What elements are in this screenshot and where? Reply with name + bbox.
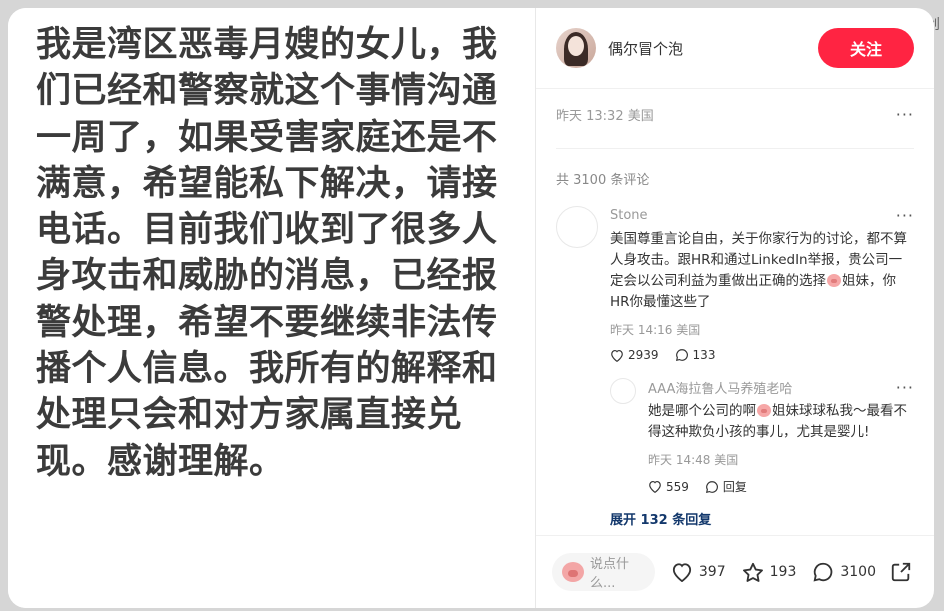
heart-icon bbox=[672, 563, 691, 582]
commenter-avatar[interactable] bbox=[556, 206, 598, 248]
comment-text: 美国尊重言论自由，关于你家行为的讨论，都不算人身攻击。跟HR和通过LinkedI… bbox=[610, 231, 907, 310]
comment-reply-button[interactable]: 133 bbox=[675, 348, 715, 362]
reply-reply-button[interactable]: 回复 bbox=[705, 478, 747, 495]
comment-item: Stone ··· 美国尊重言论自由，关于你家行为的讨论，都不算人身攻击。跟HR… bbox=[536, 206, 934, 528]
reply-author[interactable]: AAA海拉鲁人马养殖老哈 bbox=[648, 378, 792, 397]
note-text-image: 我是湾区恶毒月嫂的女儿，我们已经和警察就这个事情沟通一周了，如果受害家庭还是不满… bbox=[36, 25, 498, 482]
author-header: 偶尔冒个泡 关注 bbox=[536, 8, 934, 89]
like-button[interactable]: 397 bbox=[671, 562, 726, 582]
comment-author[interactable]: Stone bbox=[610, 208, 648, 223]
star-icon bbox=[742, 562, 763, 582]
note-detail-modal: 我是湾区恶毒月嫂的女儿，我们已经和警察就这个事情沟通一周了，如果受害家庭还是不满… bbox=[8, 8, 934, 608]
comment-count: 共 3100 条评论 bbox=[556, 148, 914, 188]
author-avatar[interactable] bbox=[556, 28, 596, 68]
replier-avatar[interactable] bbox=[610, 378, 636, 404]
heart-icon bbox=[611, 349, 623, 362]
author-name[interactable]: 偶尔冒个泡 bbox=[608, 38, 683, 59]
expand-replies-link[interactable]: 展开 132 条回复 bbox=[610, 509, 914, 528]
engagement-bar: 说点什么... 397 193 3100 bbox=[536, 535, 934, 608]
comment-time: 昨天 14:16 美国 bbox=[610, 323, 701, 337]
comment-button[interactable]: 3100 bbox=[812, 561, 876, 583]
more-options-icon[interactable]: ··· bbox=[896, 105, 914, 124]
comment-like-button[interactable]: 2939 bbox=[610, 348, 659, 362]
chat-bubble-icon bbox=[675, 349, 688, 362]
chat-bubble-icon bbox=[705, 480, 718, 493]
chat-bubble-icon bbox=[813, 562, 833, 582]
share-icon bbox=[891, 562, 911, 582]
note-meta: 昨天 13:32 美国 ··· bbox=[536, 105, 934, 124]
comment-input[interactable]: 说点什么... bbox=[552, 553, 655, 591]
note-timestamp: 昨天 13:32 美国 bbox=[556, 109, 654, 124]
note-side-panel: 偶尔冒个泡 关注 昨天 13:32 美国 ··· 共 3100 条评论 Ston… bbox=[536, 8, 934, 608]
reply-like-button[interactable]: 559 bbox=[648, 480, 689, 494]
pig-emoji-icon bbox=[827, 274, 841, 287]
reply-time: 昨天 14:48 美国 bbox=[648, 453, 739, 467]
heart-icon bbox=[649, 480, 661, 493]
reply-text: 她是哪个公司的啊 姐妹球球私我～最看不得这种欺负小孩的事儿，尤其是婴儿! bbox=[648, 403, 907, 440]
pig-emoji-icon bbox=[757, 404, 771, 417]
follow-button[interactable]: 关注 bbox=[818, 28, 914, 68]
user-avatar-icon bbox=[562, 562, 584, 582]
share-button[interactable] bbox=[890, 561, 918, 583]
note-image-panel: 我是湾区恶毒月嫂的女儿，我们已经和警察就这个事情沟通一周了，如果受害家庭还是不满… bbox=[8, 8, 536, 608]
reply-more-icon[interactable]: ··· bbox=[896, 378, 914, 397]
collect-button[interactable]: 193 bbox=[742, 562, 796, 583]
reply-item: AAA海拉鲁人马养殖老哈 ··· 她是哪个公司的啊 姐妹球球私我～最看不得这种欺负… bbox=[610, 378, 914, 495]
comment-more-icon[interactable]: ··· bbox=[896, 206, 914, 225]
